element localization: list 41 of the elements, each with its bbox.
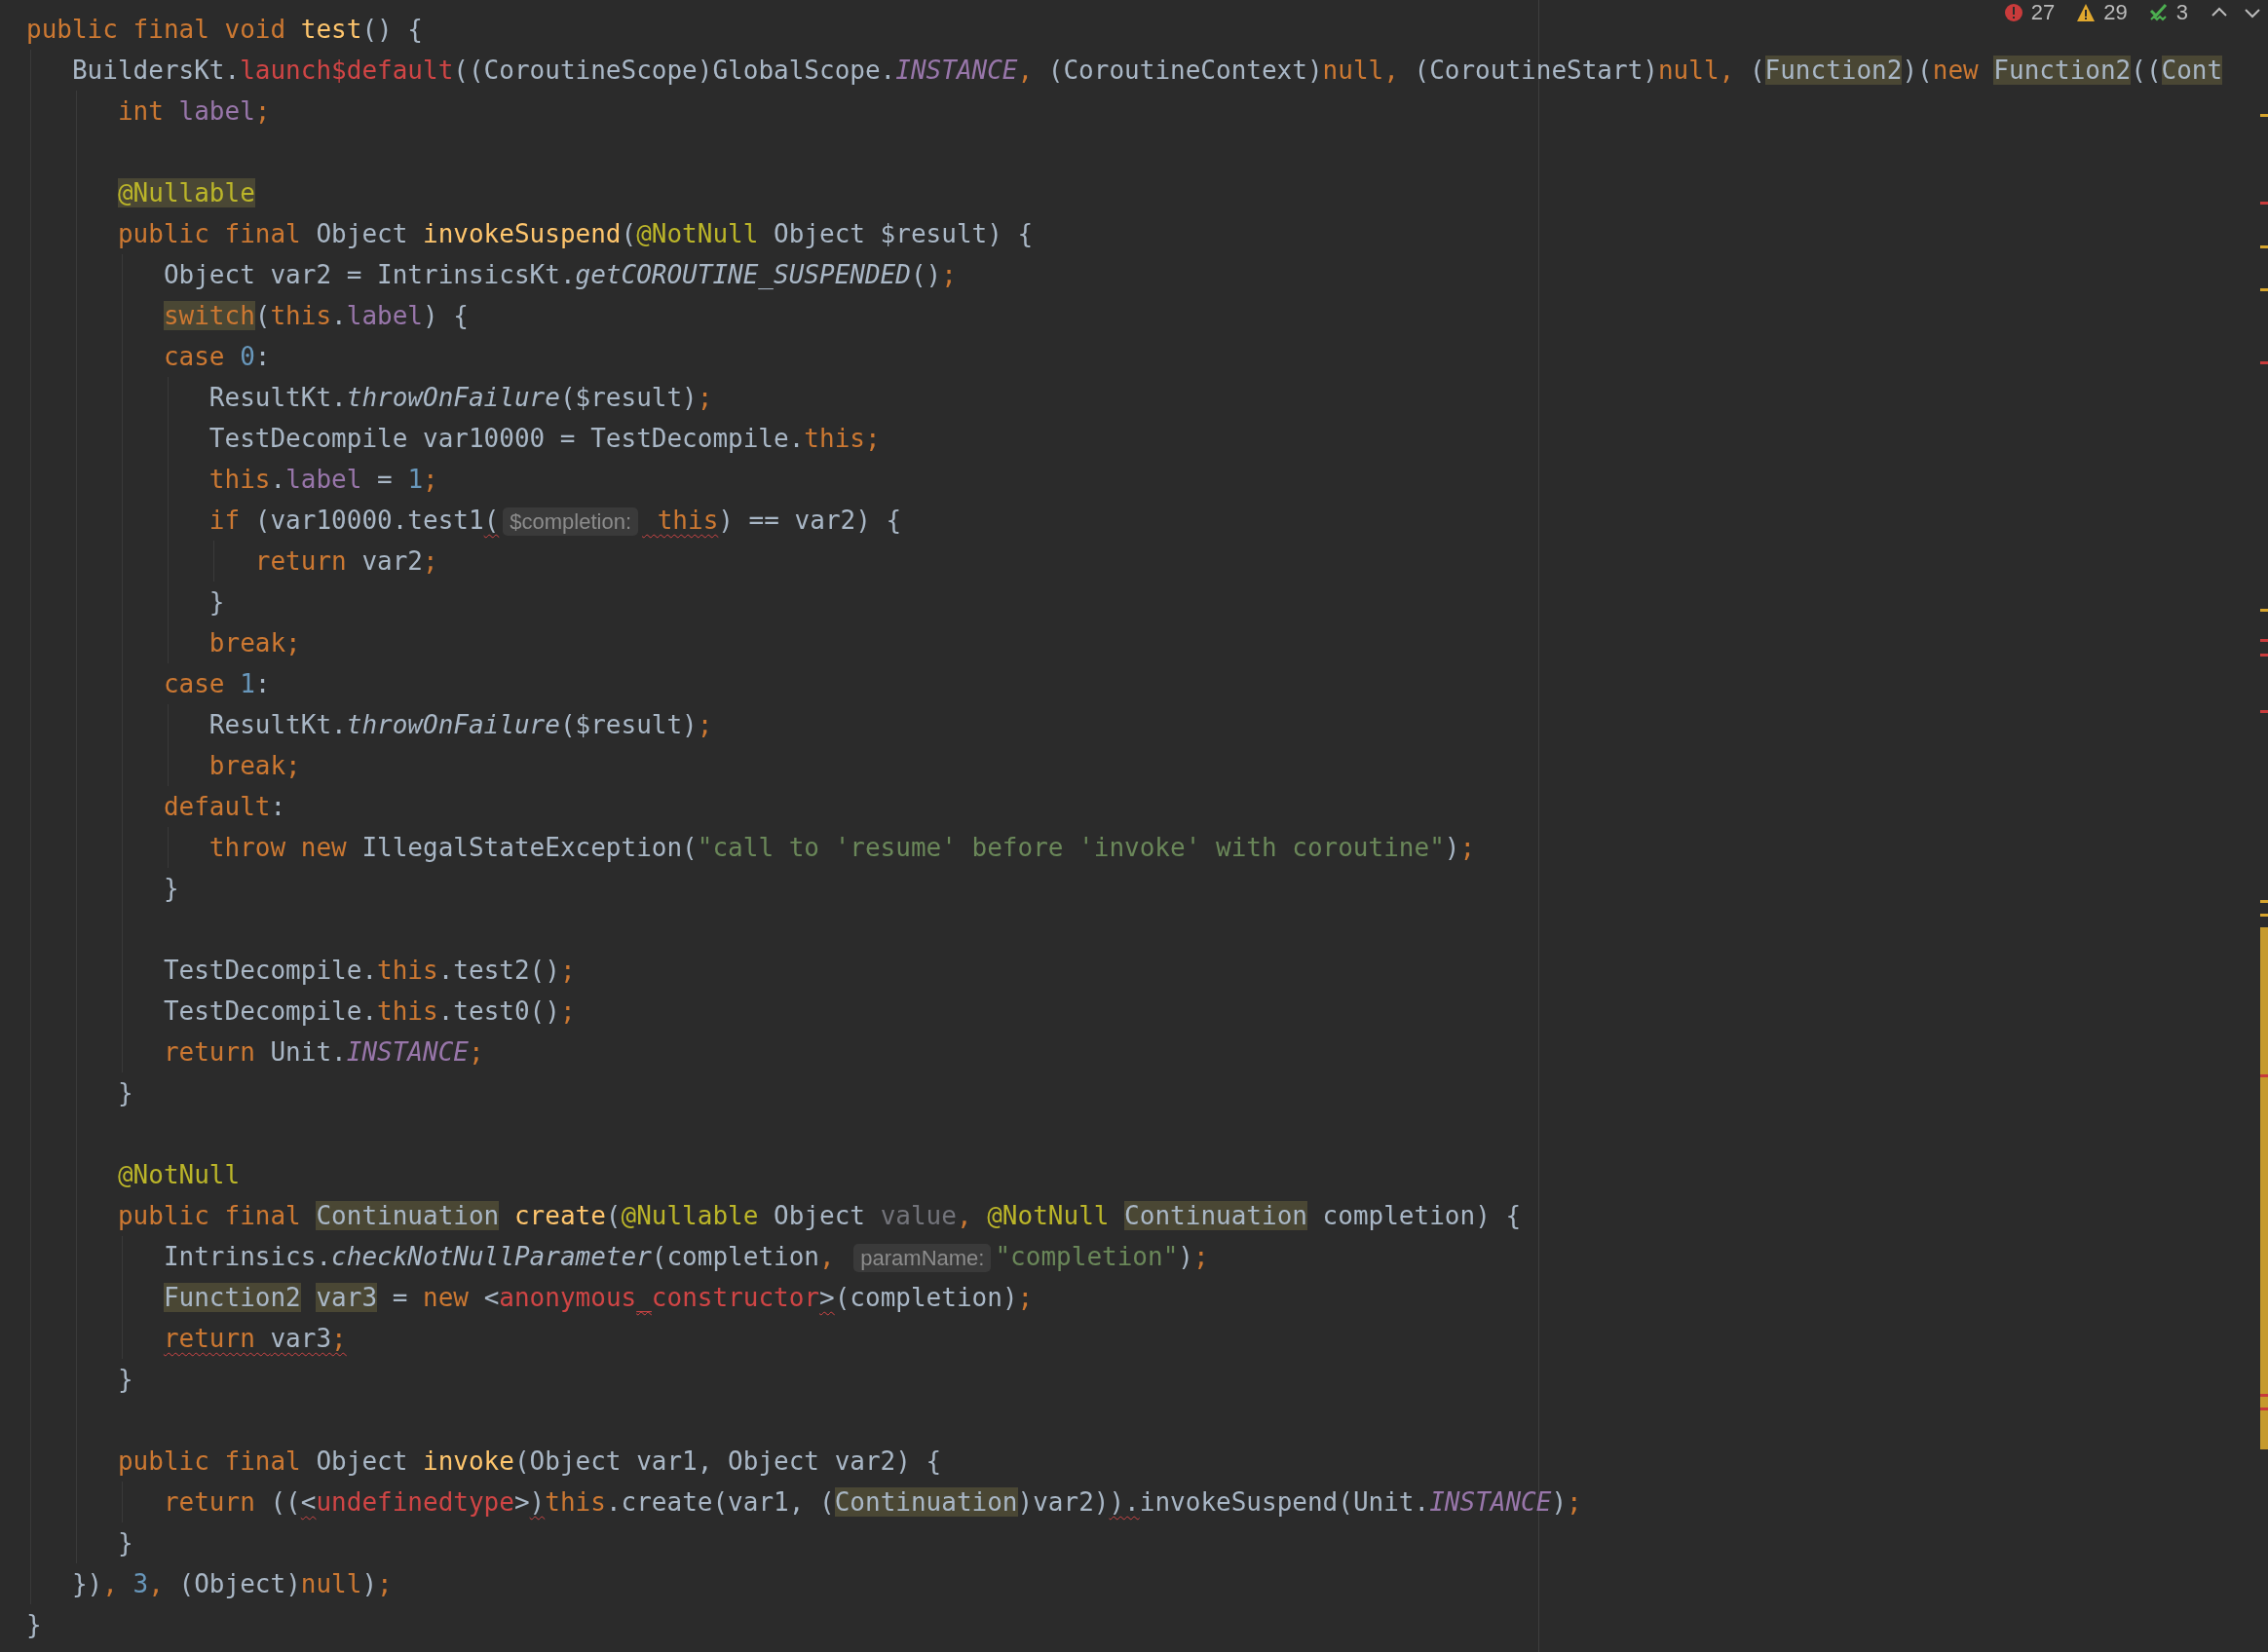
code-line: return var3; bbox=[162, 1323, 347, 1355]
code-line: public final Object invoke(Object var1, Object var2) { bbox=[116, 1446, 942, 1478]
code-line: throw new IllegalStateException("call to 'resume' before 'invoke' with coroutine"); bbox=[208, 832, 1476, 864]
code-line: Intrinsics.checkNotNullParameter(completion, paramName: "completion"); bbox=[162, 1241, 1209, 1274]
code-line: ResultKt.throwOnFailure($result); bbox=[208, 709, 713, 741]
code-line: case 1: bbox=[162, 668, 271, 700]
code-line: return Unit.INSTANCE; bbox=[162, 1036, 484, 1069]
code-line: TestDecompile.this.test0(); bbox=[162, 995, 576, 1028]
code-line: }), 3, (Object)null); bbox=[70, 1568, 393, 1600]
warning-icon[interactable] bbox=[2076, 3, 2097, 22]
inspection-count[interactable]: 27 bbox=[2030, 0, 2056, 25]
code-line: public final Continuation create(@Nullable Object value, @NotNull Continuation completion) { bbox=[116, 1200, 1522, 1232]
code-line: public final void test() { bbox=[26, 14, 423, 46]
code-line: BuildersKt.launch$default((CoroutineScope)GlobalScope.INSTANCE, (CoroutineContext)null, (CoroutineStart)null, (Function2)(new Function2((Cont bbox=[70, 55, 2223, 87]
inspection-count[interactable]: 29 bbox=[2103, 0, 2128, 25]
code-line: } bbox=[116, 1077, 133, 1109]
code-line: } bbox=[116, 1364, 133, 1396]
code-line: } bbox=[208, 586, 225, 619]
code-line: public final Object invokeSuspend(@NotNull Object $result) { bbox=[116, 218, 1034, 250]
code-line: int label; bbox=[116, 95, 271, 128]
code-line: } bbox=[116, 1527, 133, 1559]
code-line: default: bbox=[162, 791, 286, 823]
code-line: @NotNull bbox=[116, 1159, 241, 1191]
code-line: switch(this.label) { bbox=[162, 300, 469, 332]
code-line: break; bbox=[208, 750, 301, 782]
code-line: } bbox=[162, 873, 179, 905]
code-line: case 0: bbox=[162, 341, 271, 373]
code-line: ResultKt.throwOnFailure($result); bbox=[208, 382, 713, 414]
code-line: return var2; bbox=[253, 545, 438, 578]
weak-warning-icon[interactable] bbox=[2148, 3, 2169, 22]
code-line: break; bbox=[208, 627, 301, 659]
code-line: return ((<undefinedtype>)this.create(var1, (Continuation)var2)).invokeSuspend(Unit.INSTANCE); bbox=[162, 1486, 1582, 1519]
error-icon[interactable] bbox=[2003, 3, 2023, 22]
code-line: TestDecompile var10000 = TestDecompile.this; bbox=[208, 423, 881, 455]
inspection-count[interactable]: 3 bbox=[2175, 0, 2188, 25]
code-line: if (var10000.test1( $completion: this) == var2) { bbox=[208, 505, 902, 538]
code-line: Function2 var3 = new <anonymous_constructor>(completion); bbox=[162, 1282, 1034, 1314]
code-line: } bbox=[26, 1609, 42, 1641]
code-line: Object var2 = IntrinsicsKt.getCOROUTINE_SUSPENDED(); bbox=[162, 259, 957, 291]
code-line: this.label = 1; bbox=[208, 464, 438, 496]
code-line: TestDecompile.this.test2(); bbox=[162, 955, 576, 987]
